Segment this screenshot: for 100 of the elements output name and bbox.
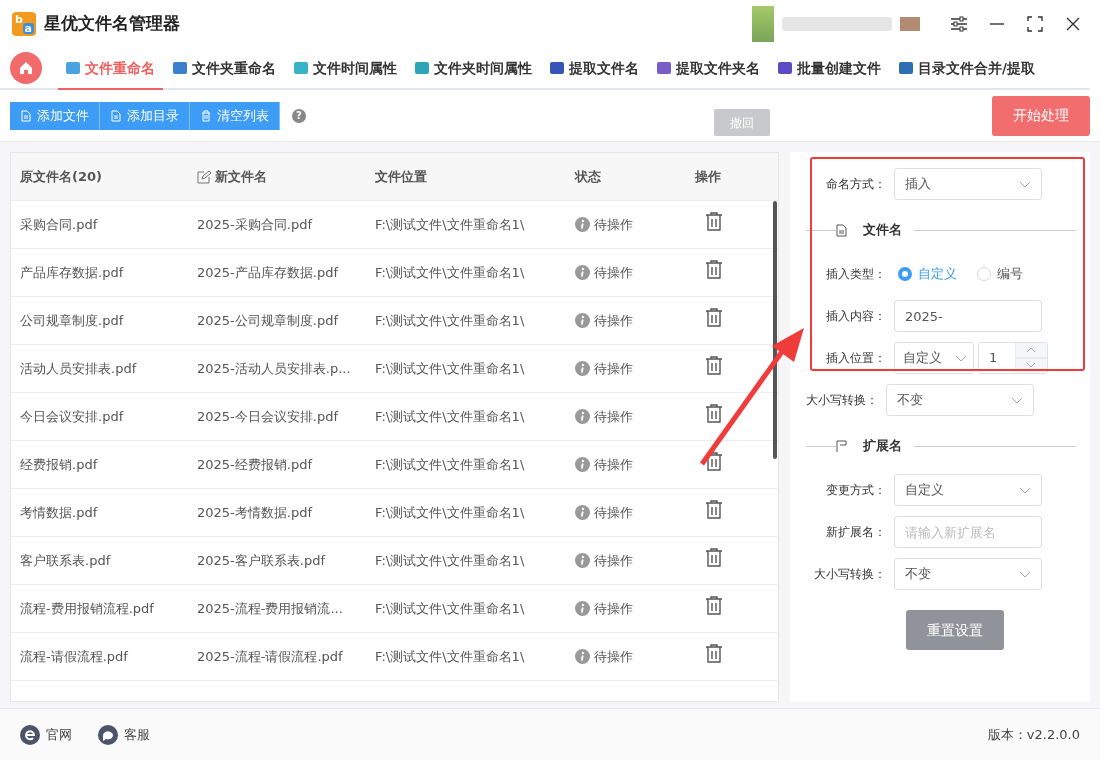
status-text: 待操作: [594, 407, 633, 426]
trash-icon[interactable]: [705, 260, 723, 280]
column-header: 状态: [575, 167, 602, 186]
status-text: 待操作: [594, 311, 633, 330]
section-title: 文件名: [862, 221, 903, 240]
maximize-icon: [1027, 16, 1043, 32]
table-cell-text: F:\测试文件\文件重命名1\: [375, 359, 526, 378]
scrollbar-thumb[interactable]: [773, 201, 777, 459]
trash-icon[interactable]: [705, 644, 723, 664]
tab-icon: [550, 62, 564, 74]
trash-icon[interactable]: [705, 356, 723, 376]
text-field[interactable]: 请输入新扩展名: [894, 516, 1042, 548]
dropdown[interactable]: 自定义: [894, 342, 974, 374]
document-icon: [110, 109, 122, 122]
tab[interactable]: 文件夹时间属性: [407, 48, 540, 90]
table-cell-text: 流程-请假流程.pdf: [20, 647, 129, 666]
info-icon: [575, 313, 590, 328]
trash-icon[interactable]: [705, 212, 723, 232]
tab-icon: [294, 62, 308, 74]
table-cell-text: 2025-客户联系表.pdf: [197, 551, 327, 570]
sliders-icon: [950, 16, 968, 32]
trash-icon[interactable]: [705, 548, 723, 568]
dropdown[interactable]: 不变: [886, 384, 1034, 416]
info-icon: [575, 409, 590, 424]
table-cell-text: F:\测试文件\文件重命名1\: [375, 551, 526, 570]
help-icon[interactable]: ?: [292, 108, 306, 123]
number-spinner[interactable]: 1: [978, 342, 1048, 374]
radio-option[interactable]: 编号: [977, 264, 1023, 284]
table-cell-text: 客户联系表.pdf: [20, 551, 112, 570]
field-label: 大小写转换：: [813, 566, 886, 583]
table-cell-text: 公司规章制度.pdf: [20, 311, 125, 330]
trash-icon[interactable]: [705, 500, 723, 520]
text-field[interactable]: 2025-: [894, 300, 1042, 332]
chevron-down-icon: [1019, 570, 1031, 578]
tab-icon: [415, 62, 429, 74]
table-cell-text: 2025-公司规章制度.pdf: [197, 311, 340, 330]
section-title: 扩展名: [862, 437, 903, 456]
table-cell-text: 2025-产品库存数据.pdf: [197, 263, 340, 282]
chevron-down-icon: [1019, 180, 1031, 188]
chat-icon: [98, 724, 118, 745]
field-label: 命名方式：: [825, 176, 886, 193]
field-label: 插入类型：: [825, 266, 886, 283]
trash-icon[interactable]: [705, 452, 723, 472]
table-cell-text: 2025-采购合同.pdf: [197, 215, 314, 234]
table-cell-text: F:\测试文件\文件重命名1\: [375, 647, 526, 666]
window-title: 星优文件名管理器: [44, 12, 180, 36]
table-cell-text: F:\测试文件\文件重命名1\: [375, 407, 526, 426]
spinner-arrows-icon: [1015, 343, 1047, 373]
blurred-avatar: [752, 6, 774, 42]
info-icon: [575, 553, 590, 568]
edit-icon: [197, 169, 211, 184]
table-cell-text: 今日会议安排.pdf: [20, 407, 125, 426]
blurred-image: [900, 17, 920, 31]
trash-icon[interactable]: [705, 404, 723, 424]
tab[interactable]: 提取文件夹名: [649, 48, 768, 90]
table-cell-text: 2025-活动人员安排表.p...: [197, 359, 352, 378]
field-label: 大小写转换：: [805, 392, 878, 409]
column-header: 原文件名(20): [20, 167, 103, 186]
footer-link[interactable]: 客服: [98, 724, 150, 745]
info-icon: [575, 217, 590, 232]
column-header: 文件位置: [375, 167, 428, 186]
field-label: 插入内容：: [825, 308, 886, 325]
tab[interactable]: 提取文件名: [542, 48, 647, 90]
dropdown[interactable]: 插入: [894, 168, 1042, 200]
dropdown[interactable]: 不变: [894, 558, 1042, 590]
trash-icon[interactable]: [705, 596, 723, 616]
field-label: 插入位置：: [825, 350, 886, 367]
tab[interactable]: 文件夹重命名: [165, 48, 284, 90]
table-cell-text: 流程-费用报销流程.pdf: [20, 599, 155, 618]
table-cell-text: 经费报销.pdf: [20, 455, 99, 474]
chevron-down-icon: [1019, 486, 1031, 494]
table-cell-text: F:\测试文件\文件重命名1\: [375, 263, 526, 282]
tab-icon: [778, 62, 792, 74]
footer-link[interactable]: 官网: [20, 724, 72, 745]
field-label: 变更方式：: [825, 482, 886, 499]
tab-icon: [657, 62, 671, 74]
table-cell-text: 2025-考情数据.pdf: [197, 503, 314, 522]
status-text: 待操作: [594, 503, 633, 522]
info-icon: [575, 649, 590, 664]
home-button[interactable]: [10, 52, 42, 84]
table-cell-text: F:\测试文件\文件重命名1\: [375, 311, 526, 330]
info-icon: [575, 361, 590, 376]
tab[interactable]: 目录文件合并/提取: [891, 48, 1043, 90]
chevron-down-icon: [955, 354, 967, 362]
status-text: 待操作: [594, 551, 633, 570]
dropdown[interactable]: 自定义: [894, 474, 1042, 506]
status-text: 待操作: [594, 359, 633, 378]
table-cell-text: 2025-今日会议安排.pdf: [197, 407, 340, 426]
status-text: 待操作: [594, 215, 633, 234]
trash-icon[interactable]: [705, 308, 723, 328]
table-cell-text: F:\测试文件\文件重命名1\: [375, 599, 526, 618]
app-logo: b a: [12, 12, 36, 36]
tab-icon: [899, 62, 913, 74]
table-cell-text: F:\测试文件\文件重命名1\: [375, 215, 526, 234]
document-icon: [20, 109, 32, 122]
flag-icon: [836, 440, 847, 452]
column-header: 新文件名: [197, 166, 375, 187]
tab[interactable]: 文件时间属性: [286, 48, 405, 90]
tab[interactable]: 批量创建文件: [770, 48, 889, 90]
field-label: 新扩展名：: [825, 524, 886, 541]
